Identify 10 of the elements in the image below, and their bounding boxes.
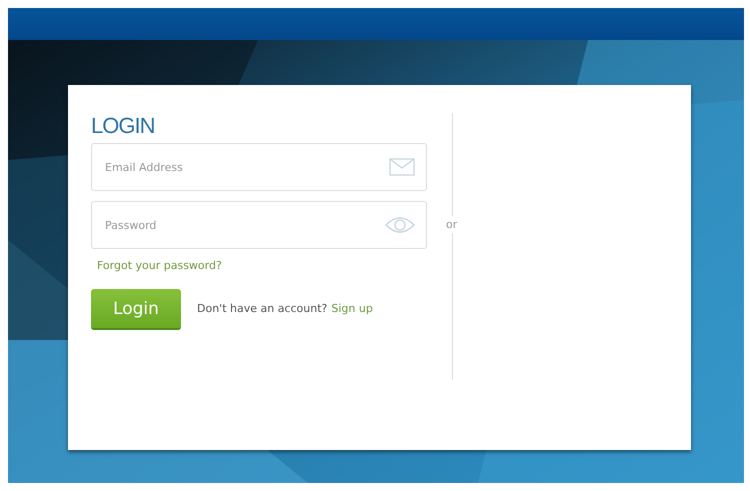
signup-prompt: Don't have an account?: [197, 302, 328, 315]
separator-text: or: [446, 216, 458, 233]
forgot-password-link[interactable]: Forgot your password?: [97, 259, 222, 272]
envelope-icon: [389, 158, 415, 176]
login-title: LOGIN: [91, 113, 156, 139]
password-field[interactable]: Password: [91, 201, 427, 249]
login-button[interactable]: Login: [91, 289, 181, 328]
email-field[interactable]: Email Address: [91, 143, 427, 191]
signup-link[interactable]: Sign up: [331, 302, 373, 315]
eye-icon[interactable]: [385, 216, 415, 234]
